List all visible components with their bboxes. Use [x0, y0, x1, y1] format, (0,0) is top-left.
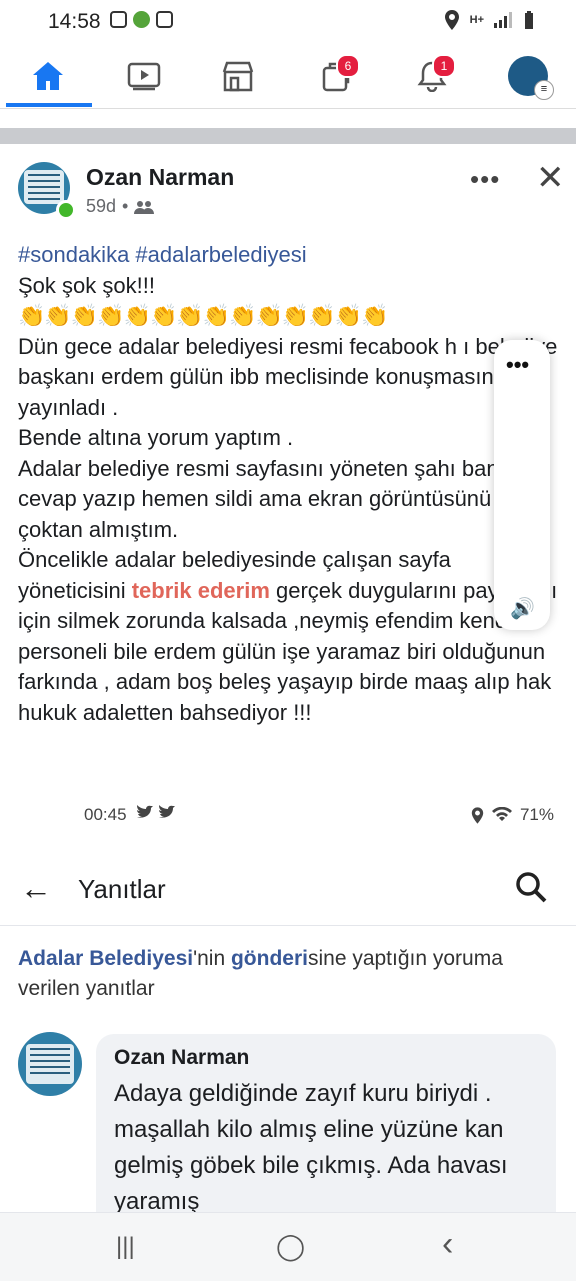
- nav-profile-menu[interactable]: ≡: [498, 54, 558, 100]
- post-header: Ozan Narman 59d • ••• ✕: [0, 150, 576, 230]
- marketplace-icon: [222, 61, 254, 92]
- instagram-icon: [110, 11, 127, 28]
- back-button[interactable]: ‹: [442, 1225, 453, 1264]
- close-icon[interactable]: ✕: [536, 158, 565, 198]
- nav-home[interactable]: [18, 54, 78, 98]
- highlighted-text: tebrik ederim: [131, 577, 270, 603]
- active-tab-indicator: [6, 103, 92, 107]
- status-icons: [110, 11, 173, 28]
- replies-description: Adalar Belediyesi'nin gönderisine yaptığ…: [18, 944, 558, 1004]
- status-time: 14:58: [48, 10, 101, 33]
- speaker-icon[interactable]: 🔊: [510, 596, 535, 621]
- back-arrow-icon[interactable]: ←: [20, 870, 52, 907]
- replies-header: ← Yanıtlar: [0, 860, 576, 916]
- post-link[interactable]: gönderi: [231, 947, 308, 970]
- comment-bubble[interactable]: Ozan Narman Adaya geldiğinde zayıf kuru …: [96, 1034, 556, 1234]
- battery-icon: [525, 11, 533, 29]
- recents-button[interactable]: |||: [116, 1233, 135, 1261]
- nav-notifications[interactable]: 1: [402, 54, 462, 98]
- top-nav-bar: 6 1 ≡: [0, 44, 576, 109]
- profile-avatar: ≡: [508, 56, 554, 100]
- nav-video[interactable]: [114, 54, 174, 98]
- nav-pages[interactable]: 6: [306, 54, 366, 98]
- replies-title: Yanıtlar: [78, 874, 166, 904]
- status-right: H+: [444, 10, 534, 30]
- comment-author[interactable]: Ozan Narman: [114, 1046, 249, 1070]
- clap-emojis: 👏👏👏👏👏👏👏👏👏👏👏👏👏👏: [18, 303, 389, 328]
- panel-more-icon[interactable]: •••: [506, 352, 529, 378]
- twitter-icon: [136, 804, 175, 818]
- meta-separator: •: [122, 196, 129, 216]
- comment-text: Adaya geldiğinde zayıf kuru biriydi . ma…: [114, 1080, 508, 1215]
- comment-avatar[interactable]: [18, 1032, 82, 1096]
- replies-divider: [0, 925, 576, 926]
- status-bar: 14:58 H+: [0, 0, 576, 44]
- pages-badge: 6: [336, 54, 360, 78]
- home-button[interactable]: ◯: [276, 1231, 305, 1262]
- post-body: #sondakika #adalarbelediyesi Şok şok şok…: [18, 240, 558, 728]
- signal-icon: [494, 12, 512, 28]
- news-icon: [156, 11, 173, 28]
- home-icon: [33, 62, 63, 90]
- embedded-notification-icons: [135, 804, 177, 826]
- system-nav-bar: ||| ◯ ‹: [0, 1212, 576, 1281]
- embedded-battery: 71%: [519, 805, 554, 824]
- nav-marketplace[interactable]: [208, 54, 268, 98]
- feed-divider: [0, 128, 576, 144]
- embedded-location-icon: [471, 806, 484, 824]
- notifications-badge: 1: [432, 54, 456, 78]
- post-time[interactable]: 59d: [86, 196, 116, 217]
- post-options-icon[interactable]: •••: [470, 164, 500, 195]
- embedded-right-icons: 71%: [471, 805, 554, 825]
- embedded-time: 00:45: [84, 805, 127, 824]
- post-line: Şok şok şok!!!: [18, 272, 155, 298]
- post-meta: 59d •: [86, 196, 155, 217]
- online-indicator: [56, 200, 76, 220]
- embedded-status-bar: 00:45 71%: [84, 802, 554, 828]
- app-notification-icon: [133, 11, 150, 28]
- friends-audience-icon: [134, 200, 155, 214]
- embedded-wifi-icon: [491, 807, 512, 821]
- network-type: H+: [469, 14, 484, 26]
- desc-mid: 'nin: [193, 947, 231, 970]
- search-icon[interactable]: [514, 870, 548, 904]
- page-link[interactable]: Adalar Belediyesi: [18, 947, 193, 970]
- post-paragraph-3: Adalar belediye resmi sayfasını yöneten …: [18, 455, 511, 542]
- side-floating-panel[interactable]: ••• 🔊: [494, 340, 550, 630]
- post-paragraph-4: Öncelikle adalar belediyesinde çalışan s…: [18, 545, 558, 728]
- post-paragraph-1: Dün gece adalar belediyesi resmi fecaboo…: [18, 333, 558, 420]
- video-icon: [127, 62, 161, 91]
- post-author[interactable]: Ozan Narman: [86, 164, 234, 191]
- post-paragraph-2: Bende altına yorum yaptım .: [18, 425, 294, 450]
- location-icon: [444, 10, 459, 30]
- post-hashtags[interactable]: #sondakika #adalarbelediyesi: [18, 240, 558, 271]
- menu-icon: ≡: [534, 80, 554, 100]
